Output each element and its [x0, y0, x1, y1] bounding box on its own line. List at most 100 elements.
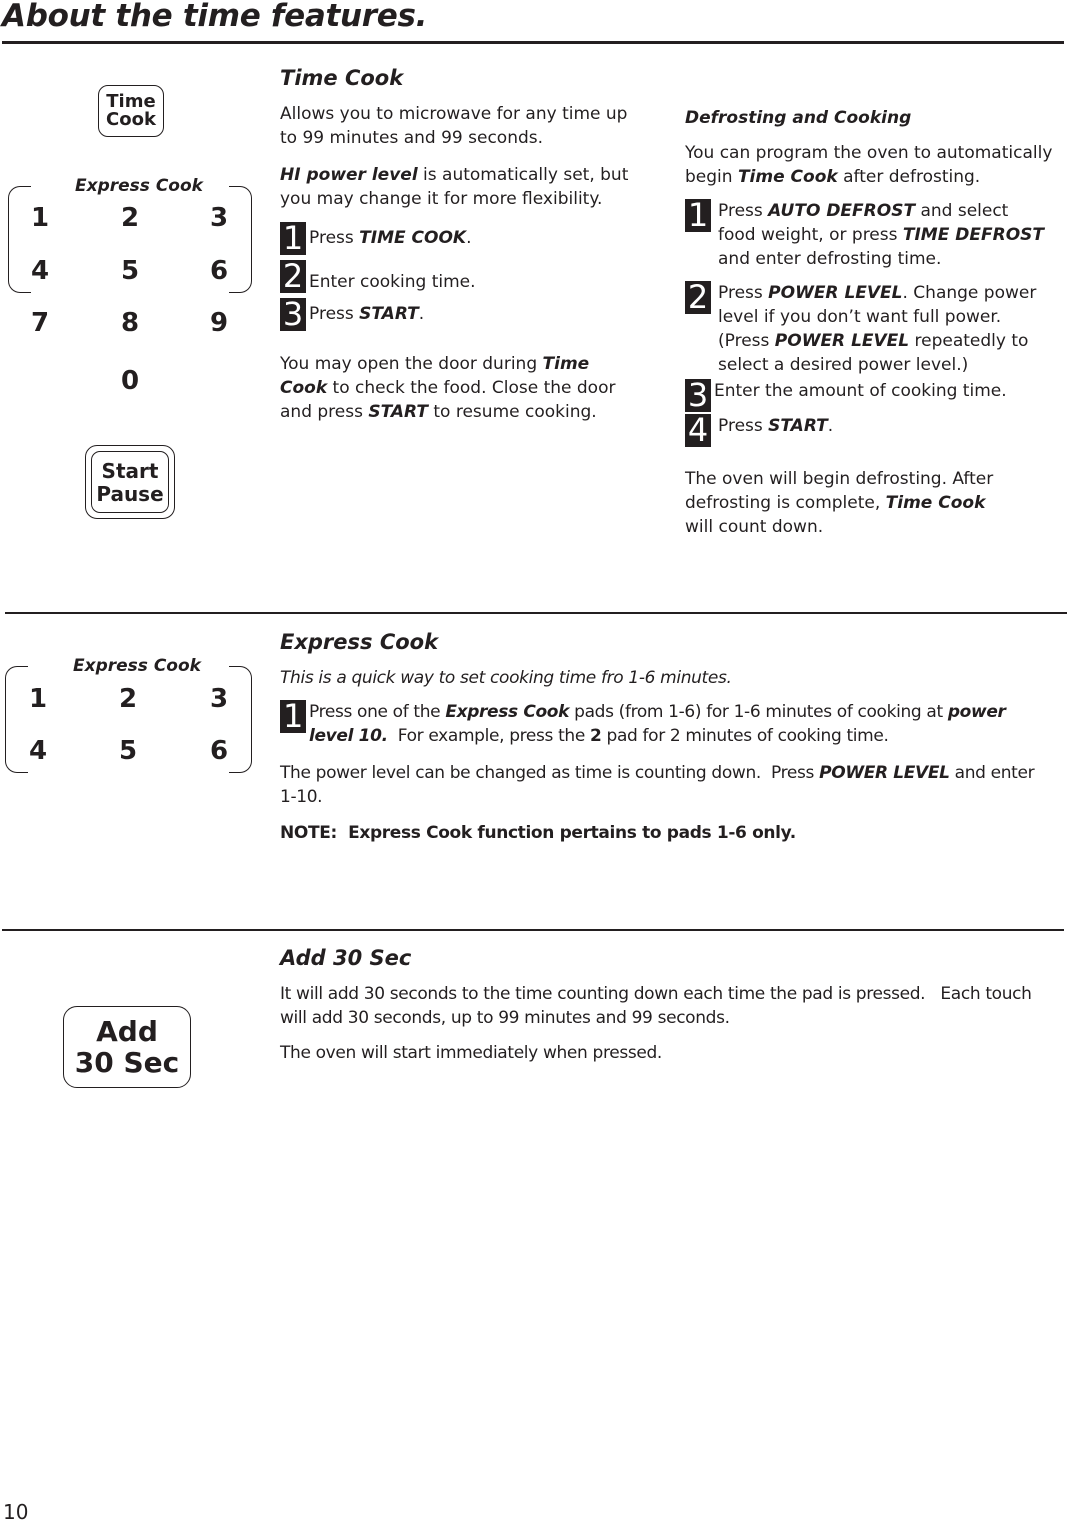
- express-key-3: 3: [209, 684, 229, 714]
- section-divider-1: [5, 612, 1067, 614]
- title-rule: [2, 41, 1064, 44]
- start-pause-pad: Start Pause: [91, 451, 169, 513]
- express-key-6: 6: [209, 736, 229, 766]
- step-text: Press one of the: [309, 702, 446, 722]
- step-text: Press: [309, 228, 360, 248]
- door-text-end: to resume cooking.: [427, 402, 597, 422]
- defrost-outro-end: will count down.: [685, 517, 824, 537]
- express-cook-step-1: 1 Press one of the Express Cook pads (fr…: [280, 700, 1055, 748]
- step-text: Press AUTO DEFROST and select food weigh…: [718, 199, 1048, 271]
- power-paragraph: The power level can be changed as time i…: [280, 761, 1055, 809]
- key-3: 3: [209, 203, 229, 233]
- step-number-badge: 1: [685, 199, 711, 232]
- time-cook-step-2: 2 Enter cooking time.: [280, 260, 650, 294]
- express-key-1: 1: [28, 684, 48, 714]
- defrost-step-4: 4 Press START.: [685, 414, 1055, 447]
- key-6: 6: [209, 256, 229, 286]
- step-text-part: Enter the amount of cooking time.: [714, 381, 1007, 401]
- step-text: Press POWER LEVEL. Change power level if…: [718, 281, 1048, 377]
- express-key-2: 2: [118, 684, 138, 714]
- step-number-badge: 2: [685, 281, 711, 314]
- defrost-steps: 1 Press AUTO DEFROST and select food weig…: [685, 199, 1055, 447]
- step-bold: START: [768, 416, 828, 436]
- power-bold: POWER LEVEL: [819, 763, 950, 783]
- step-text: Enter cooking time.: [309, 272, 476, 292]
- hi-power-bold: HI power level: [280, 165, 418, 185]
- add-30-sec-heading: Add 30 Sec: [280, 946, 412, 970]
- defrost-intro-bold: Time Cook: [737, 167, 838, 187]
- add-label: Add: [96, 1014, 158, 1048]
- step-number-badge: 3: [685, 379, 711, 412]
- key-8: 8: [120, 308, 140, 338]
- pause-label: Pause: [96, 481, 164, 506]
- express-cook-label: Express Cook: [75, 176, 203, 196]
- step-text-part: and enter defrosting time.: [718, 249, 942, 269]
- defrost-intro-end: after defrosting.: [837, 167, 981, 187]
- step-number-badge: 1: [280, 222, 306, 255]
- add-30-sec-section: Add 30 Sec It will add 30 seconds to the…: [280, 946, 1050, 1065]
- step-bold: START: [359, 304, 419, 324]
- defrost-intro: You can program the oven to automaticall…: [685, 141, 1055, 189]
- defrost-outro-bold: Time Cook: [885, 493, 986, 513]
- express-key-5: 5: [118, 736, 138, 766]
- time-cook-intro: Allows you to microwave for any time up …: [280, 104, 628, 148]
- step-number-badge: 1: [280, 700, 306, 733]
- express-key-4: 4: [28, 736, 48, 766]
- defrost-section: Defrosting and Cooking You can program t…: [685, 108, 1055, 539]
- step-bold: TIME DEFROST: [902, 225, 1044, 245]
- key-7: 7: [30, 308, 50, 338]
- add-30-sec-note: The oven will start immediately when pre…: [280, 1043, 662, 1063]
- door-bold-start: START: [368, 402, 428, 422]
- express-cook-heading: Express Cook: [280, 630, 439, 654]
- add-30-sec-pad: Add 30 Sec: [63, 1006, 191, 1088]
- step-text: Enter the amount of cooking time.: [714, 379, 1044, 403]
- step-text-end: pad for 2 minutes of cooking time.: [601, 726, 889, 746]
- time-cook-step-3: 3 Press START.: [280, 298, 650, 331]
- time-cook-section: Time Cook Allows you to microwave for an…: [280, 66, 650, 424]
- defrost-heading: Defrosting and Cooking: [685, 108, 912, 128]
- step-number-badge: 3: [280, 298, 306, 331]
- express-cook-label: Express Cook: [73, 656, 201, 676]
- express-cook-section: Express Cook This is a quick way to set …: [280, 630, 1055, 845]
- step-bold: POWER LEVEL: [768, 283, 903, 303]
- step-text-mid: pads (from 1-6) for 1-6 minutes of cooki…: [569, 702, 948, 722]
- door-text: You may open the door during: [280, 354, 543, 374]
- time-cook-pad-line2: Cook: [106, 109, 156, 130]
- start-label: Start: [101, 458, 159, 483]
- hi-power-paragraph: HI power level is automatically set, but…: [280, 163, 650, 211]
- step-bold: POWER LEVEL: [774, 331, 910, 351]
- step-text-mid2: For example, press the: [387, 726, 590, 746]
- key-9: 9: [209, 308, 229, 338]
- page-title: About the time features.: [2, 0, 428, 34]
- step-text-part: Press: [718, 201, 769, 221]
- step-bold: AUTO DEFROST: [768, 201, 916, 221]
- key-1: 1: [30, 203, 50, 233]
- time-cook-step-1: 1 Press TIME COOK.: [280, 222, 650, 255]
- time-cook-pad: Time Cook: [98, 85, 164, 137]
- step-text: Press START.: [718, 414, 1048, 438]
- time-cook-heading: Time Cook: [280, 66, 404, 90]
- step-bold-pad: 2: [589, 726, 602, 746]
- step-text-part: Press: [718, 283, 769, 303]
- defrost-step-2: 2 Press POWER LEVEL. Change power level i…: [685, 281, 1055, 377]
- section-divider-2: [2, 929, 1064, 931]
- step-text: Press: [309, 304, 360, 324]
- key-0: 0: [120, 366, 140, 396]
- step-text-part: Press: [718, 416, 769, 436]
- step-bold: TIME COOK: [359, 228, 467, 248]
- step-number-badge: 4: [685, 414, 711, 447]
- step-text-part: .: [827, 416, 834, 436]
- step-text-end: .: [418, 304, 425, 324]
- step-number-badge: 2: [280, 260, 306, 293]
- key-4: 4: [30, 256, 50, 286]
- add-30-sec-description: It will add 30 seconds to the time count…: [280, 984, 1037, 1028]
- door-paragraph: You may open the door during Time Cook t…: [280, 352, 635, 424]
- step-bold-express: Express Cook: [445, 702, 570, 722]
- page-number: 10: [3, 1500, 29, 1524]
- power-text: The power level can be changed as time i…: [280, 763, 820, 783]
- key-5: 5: [120, 256, 140, 286]
- express-cook-intro: This is a quick way to set cooking time …: [280, 668, 732, 688]
- express-cook-note: NOTE: Express Cook function pertains to …: [280, 823, 796, 843]
- key-2: 2: [120, 203, 140, 233]
- defrost-step-3: 3 Enter the amount of cooking time.: [685, 379, 1055, 412]
